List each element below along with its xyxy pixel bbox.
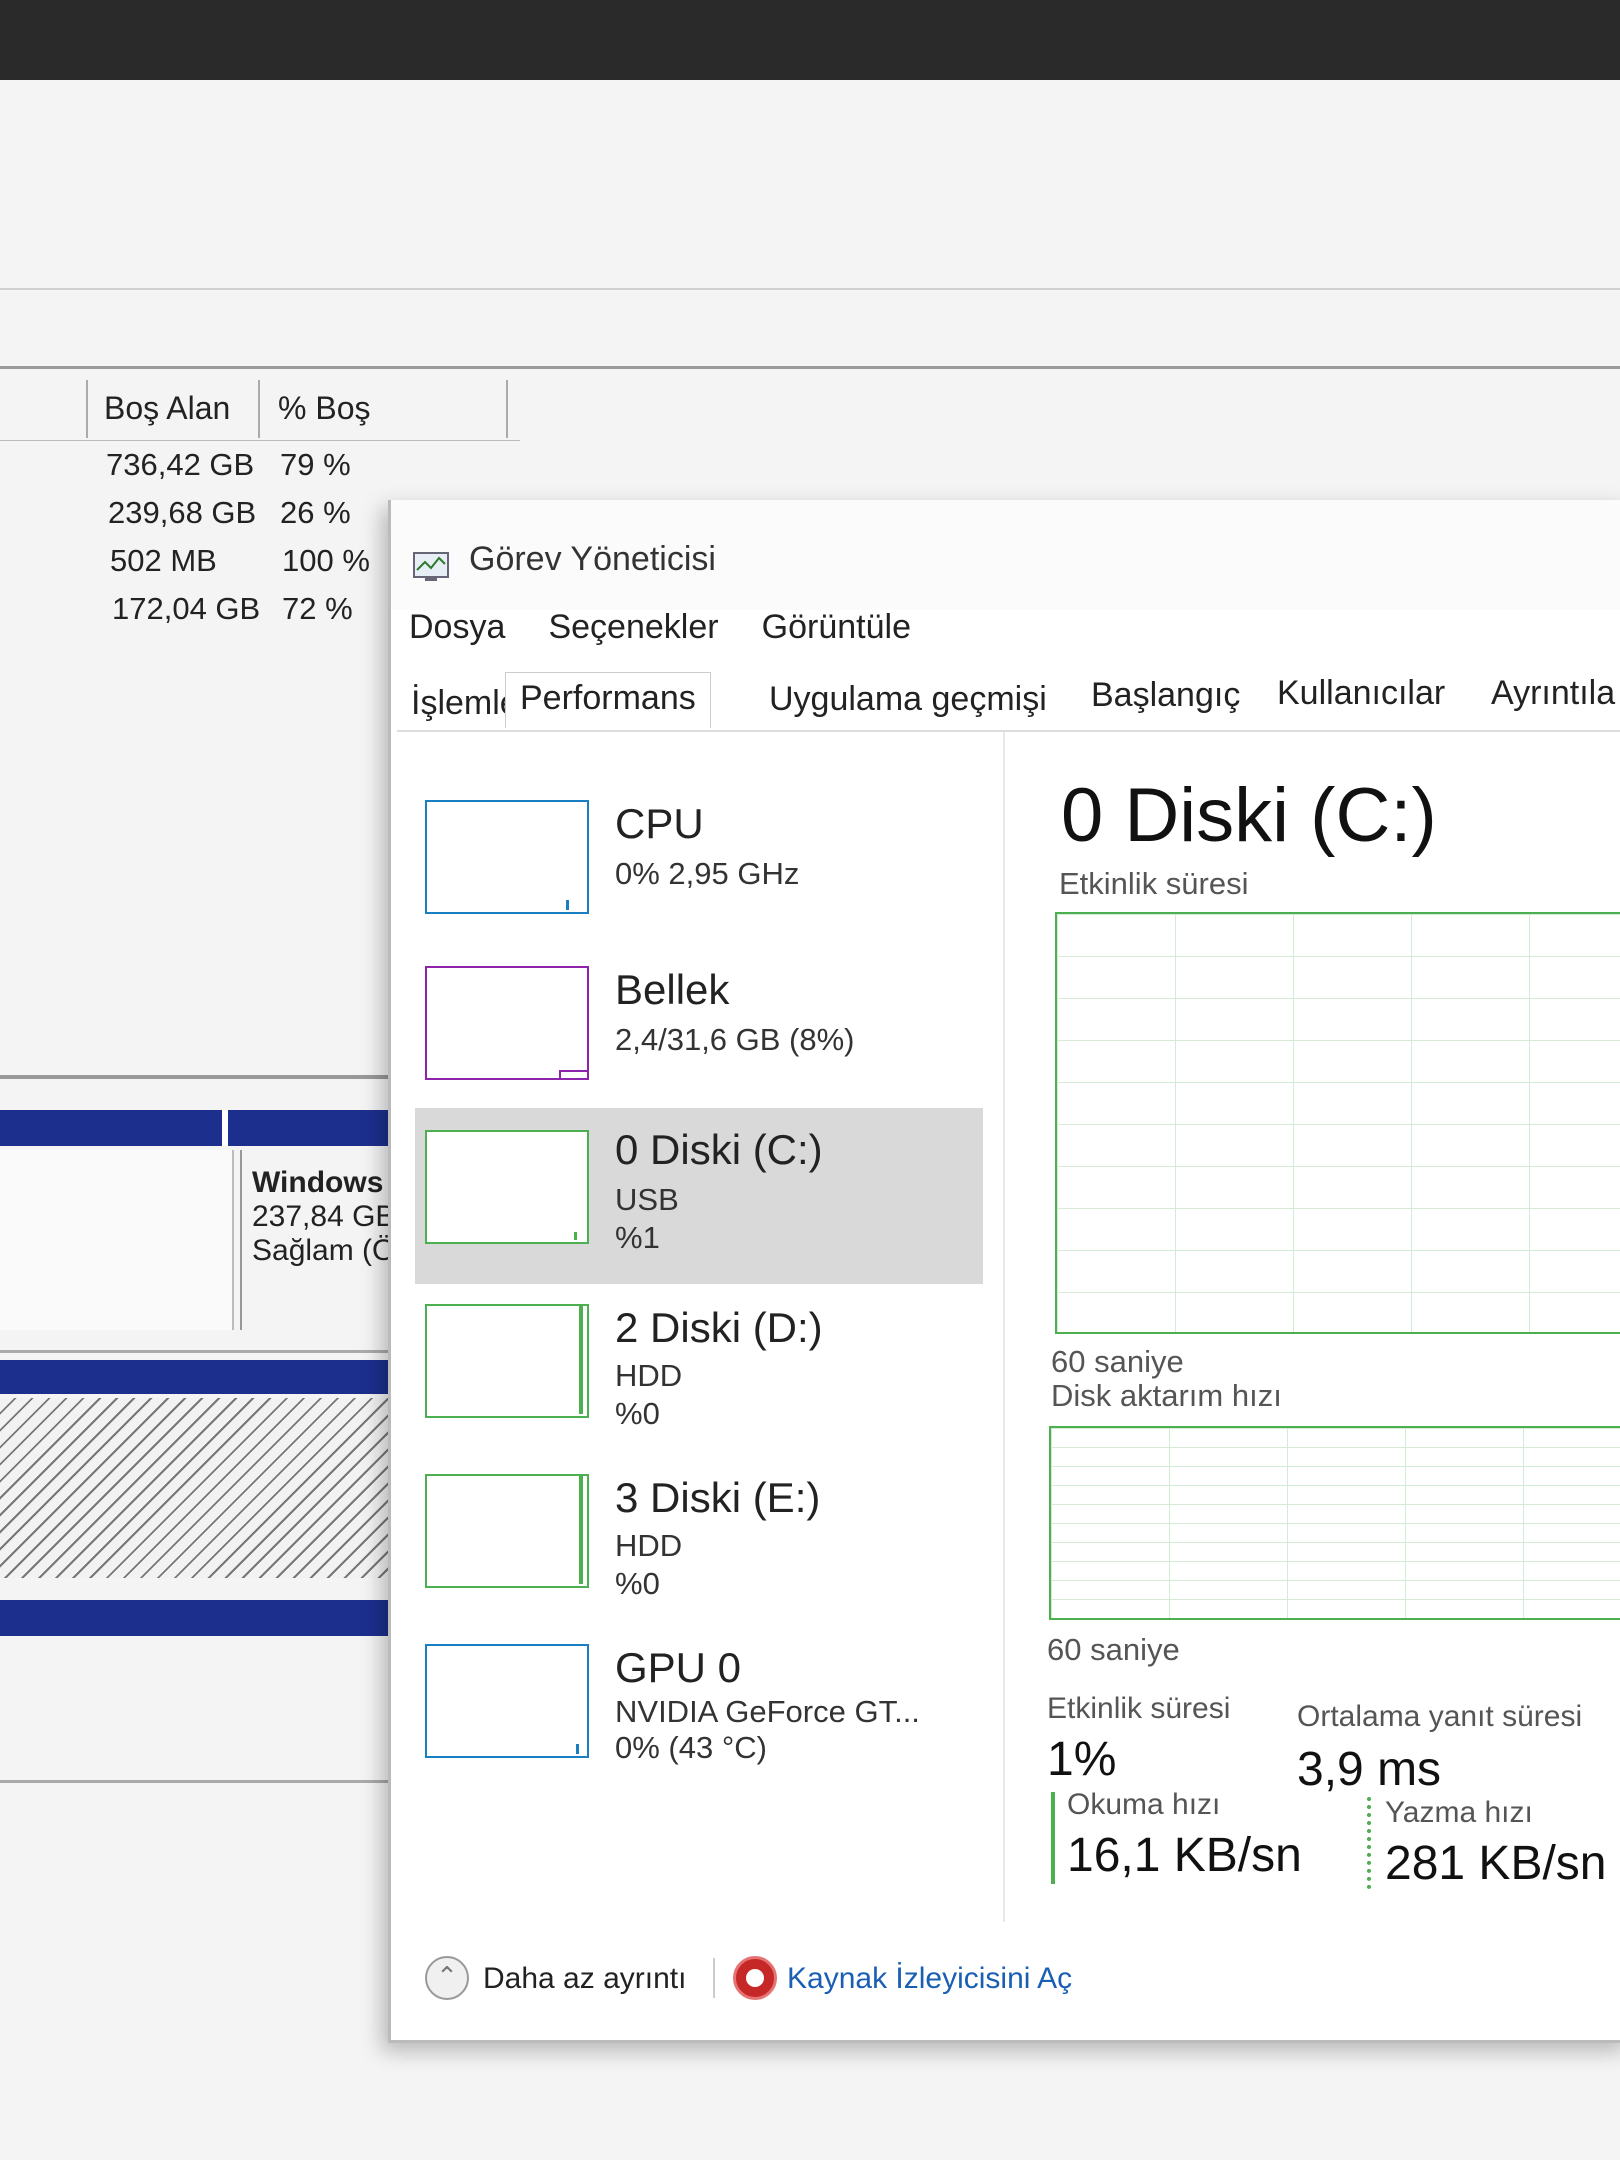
menu-bar: Dosya Seçenekler Görüntüle xyxy=(409,608,949,664)
divider xyxy=(0,1780,420,1783)
tab-performance[interactable]: Performans xyxy=(505,672,711,728)
task-manager-window[interactable]: Görev Yöneticisi Dosya Seçenekler Görünt… xyxy=(388,500,1620,2043)
partition-header-bar xyxy=(0,1360,420,1394)
footer-bar: ⌃ Daha az ayrıntı Kaynak İzleyicisini Aç xyxy=(391,1930,1620,2030)
write-speed-value: 281 KB/sn xyxy=(1385,1837,1607,1890)
resource-type: HDD xyxy=(615,1358,683,1393)
disk-2-mini-graph xyxy=(425,1304,589,1418)
read-speed-value: 16,1 KB/sn xyxy=(1067,1829,1302,1882)
percent-free-value: 72 % xyxy=(282,591,353,626)
volume-list-header: Boş Alan % Boş xyxy=(0,380,520,441)
open-resource-monitor-link[interactable]: Kaynak İzleyicisini Aç xyxy=(787,1962,1072,1996)
partition-status: Sağlam (Ön xyxy=(252,1234,412,1267)
percent-free-value: 100 % xyxy=(282,543,370,578)
resource-usage: %1 xyxy=(615,1220,660,1255)
tab-startup[interactable]: Başlangıç xyxy=(1091,676,1240,715)
active-time-graph-label: Etkinlik süresi xyxy=(1059,866,1249,901)
avg-response-value: 3,9 ms xyxy=(1297,1743,1442,1796)
tab-app-history[interactable]: Uygulama geçmişi xyxy=(769,680,1047,719)
free-space-value: 239,68 GB xyxy=(108,495,257,530)
unallocated-partition[interactable] xyxy=(0,1398,420,1578)
chevron-up-icon[interactable]: ⌃ xyxy=(425,1956,469,2000)
resource-name: 0 Diski (C:) xyxy=(615,1126,823,1173)
resource-usage: 0% (43 °C) xyxy=(615,1730,767,1765)
resource-monitor-icon[interactable] xyxy=(733,1956,777,2000)
disk-3-mini-graph xyxy=(425,1474,589,1588)
resource-cpu[interactable]: CPU 0% 2,95 GHz xyxy=(415,788,975,948)
resource-usage: 2,4/31,6 GB (8%) xyxy=(615,1022,855,1057)
read-speed-label: Okuma hızı xyxy=(1067,1788,1221,1821)
partition-windows[interactable]: Windows ( 237,84 GB N Sağlam (Ön xyxy=(240,1150,412,1330)
column-separator[interactable] xyxy=(86,380,88,438)
resource-name: CPU xyxy=(615,800,704,847)
write-speed-label: Yazma hızı xyxy=(1385,1796,1533,1829)
read-legend-bar xyxy=(1051,1792,1055,1884)
column-header-free-space[interactable]: Boş Alan xyxy=(104,390,230,427)
column-separator[interactable] xyxy=(258,380,260,438)
disk-detail-panel: 0 Diski (C:) Etkinlik süresi 60 saniye D… xyxy=(1031,732,1620,1932)
tab-strip: İşlemler Performans Uygulama geçmişi Baş… xyxy=(397,672,1620,732)
window-title: Görev Yöneticisi xyxy=(469,540,716,578)
task-manager-icon xyxy=(413,552,449,581)
free-space-value: 502 MB xyxy=(110,543,217,578)
window-edge-line xyxy=(0,366,1620,369)
partition-header-bar xyxy=(0,1600,420,1636)
resource-memory[interactable]: Bellek 2,4/31,6 GB (8%) xyxy=(415,954,975,1114)
partition-header-bar xyxy=(0,1110,410,1146)
resource-gpu[interactable]: GPU 0 NVIDIA GeForce GT... 0% (43 °C) xyxy=(415,1632,975,1792)
active-time-label: Etkinlik süresi xyxy=(1047,1692,1231,1725)
free-space-value: 172,04 GB xyxy=(112,591,261,626)
graph-time-span: 60 saniye xyxy=(1047,1632,1180,1667)
footer-divider xyxy=(713,1958,715,1998)
resource-name: GPU 0 xyxy=(615,1644,742,1691)
menu-file[interactable]: Dosya xyxy=(409,608,505,647)
tab-details[interactable]: Ayrıntıla xyxy=(1491,674,1615,713)
memory-mini-graph xyxy=(425,966,589,1080)
resource-disk-2[interactable]: 2 Diski (D:) HDD %0 xyxy=(415,1292,975,1452)
gpu-mini-graph xyxy=(425,1644,589,1758)
pane-splitter[interactable] xyxy=(0,1075,410,1079)
cpu-mini-graph xyxy=(425,800,589,914)
resource-usage: %0 xyxy=(615,1566,660,1601)
transfer-rate-graph-label: Disk aktarım hızı xyxy=(1051,1378,1282,1413)
resource-disk-0[interactable]: 0 Diski (C:) USB %1 xyxy=(415,1108,983,1284)
divider xyxy=(0,1350,420,1353)
disk-detail-title: 0 Diski (C:) xyxy=(1061,773,1437,858)
free-space-value: 736,42 GB xyxy=(106,447,255,482)
gpu-model: NVIDIA GeForce GT... xyxy=(615,1694,920,1729)
fewer-details-link[interactable]: Daha az ayrıntı xyxy=(483,1962,686,1996)
column-header-percent-free[interactable]: % Boş xyxy=(278,390,370,427)
menu-options[interactable]: Seçenekler xyxy=(548,608,718,647)
window-edge-line xyxy=(0,288,1620,290)
active-time-value: 1% xyxy=(1047,1733,1117,1786)
resource-name: 2 Diski (D:) xyxy=(615,1304,823,1351)
write-legend-bar xyxy=(1367,1797,1371,1889)
percent-free-value: 79 % xyxy=(280,447,351,482)
resource-name: Bellek xyxy=(615,966,730,1013)
resource-usage: %0 xyxy=(615,1396,660,1431)
resource-disk-3[interactable]: 3 Diski (E:) HDD %0 xyxy=(415,1462,975,1622)
resource-usage: 0% 2,95 GHz xyxy=(615,856,800,891)
tab-users[interactable]: Kullanıcılar xyxy=(1277,674,1445,713)
disk-label-box[interactable] xyxy=(0,1150,234,1330)
title-bar[interactable]: Görev Yöneticisi xyxy=(391,500,1620,610)
graph-time-span: 60 saniye xyxy=(1051,1344,1184,1379)
partition-name: Windows ( xyxy=(252,1166,402,1199)
resource-list: CPU 0% 2,95 GHz Bellek 2,4/31,6 GB (8%) … xyxy=(391,732,1005,1922)
volume-row[interactable]: 736,42 GB 79 % xyxy=(0,441,520,489)
desktop-screen: Boş Alan % Boş 736,42 GB 79 % 239,68 GB … xyxy=(0,80,1620,2160)
resource-type: USB xyxy=(615,1182,679,1217)
resource-type: HDD xyxy=(615,1528,683,1563)
avg-response-label: Ortalama yanıt süresi xyxy=(1297,1700,1583,1733)
column-separator[interactable] xyxy=(506,380,508,438)
percent-free-value: 26 % xyxy=(280,495,351,530)
disk-0-mini-graph xyxy=(425,1130,589,1244)
partition-size: 237,84 GB N xyxy=(252,1200,412,1233)
menu-view[interactable]: Görüntüle xyxy=(762,608,911,647)
active-time-graph xyxy=(1055,912,1620,1334)
transfer-rate-graph xyxy=(1049,1426,1620,1620)
resource-name: 3 Diski (E:) xyxy=(615,1474,821,1521)
